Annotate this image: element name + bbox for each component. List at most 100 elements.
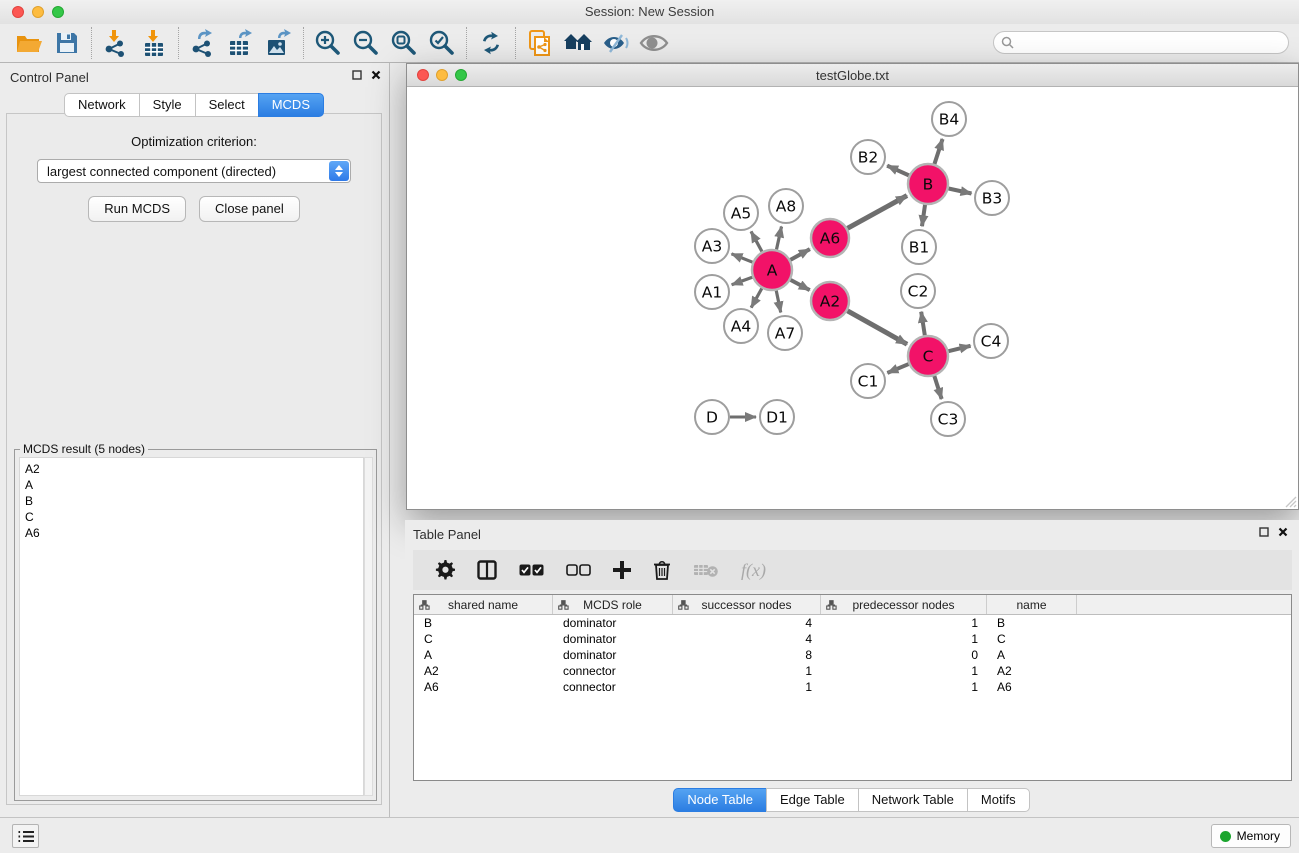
cell-name[interactable]: B [987,615,1077,631]
graph-edge-B-B3[interactable] [949,188,972,193]
table-row[interactable]: Cdominator41C [414,631,1291,647]
graph-edge-B-B4[interactable] [934,139,942,164]
column-header-name[interactable]: name [987,595,1077,614]
cell-predecessor_nodes[interactable]: 1 [821,615,987,631]
task-history-button[interactable] [12,824,39,848]
import-network-icon[interactable] [97,26,135,60]
table-row[interactable]: Bdominator41B [414,615,1291,631]
cell-mcds_role[interactable]: connector [553,679,673,695]
cell-successor_nodes[interactable]: 4 [673,631,821,647]
graph-edge-A-A3[interactable] [731,254,752,262]
column-header-successor-nodes[interactable]: successor nodes [673,595,821,614]
close-table-panel-icon[interactable] [1278,527,1288,537]
memory-button[interactable]: Memory [1211,824,1291,848]
graph-edge-B-B1[interactable] [922,205,925,226]
tab-select[interactable]: Select [195,93,259,117]
cell-successor_nodes[interactable]: 1 [673,679,821,695]
graph-edge-A-A6[interactable] [790,249,809,260]
table-tab-node-table[interactable]: Node Table [673,788,767,812]
cell-successor_nodes[interactable]: 1 [673,663,821,679]
cell-name[interactable]: A6 [987,679,1077,695]
graph-edge-A-A7[interactable] [776,291,781,313]
zoom-selected-icon[interactable] [423,26,461,60]
cell-mcds_role[interactable]: dominator [553,647,673,663]
cell-shared_name[interactable]: A6 [414,679,553,695]
save-session-icon[interactable] [48,26,86,60]
graph-edge-A2-C[interactable] [847,311,907,344]
table-row[interactable]: Adominator80A [414,647,1291,663]
table-row[interactable]: A6connector11A6 [414,679,1291,695]
graph-edge-A-A8[interactable] [776,227,781,250]
criterion-dropdown[interactable]: largest connected component (directed) [37,159,351,183]
cell-predecessor_nodes[interactable]: 1 [821,631,987,647]
graph-edge-A-A2[interactable] [791,280,810,290]
home-icon[interactable] [559,26,597,60]
close-panel-icon[interactable] [371,70,381,80]
cell-name[interactable]: C [987,631,1077,647]
graph-edge-A6-B[interactable] [848,196,907,229]
select-all-checked-icon[interactable] [519,564,544,576]
cell-predecessor_nodes[interactable]: 1 [821,679,987,695]
cell-successor_nodes[interactable]: 8 [673,647,821,663]
cell-name[interactable]: A2 [987,663,1077,679]
table-tab-edge-table[interactable]: Edge Table [766,788,859,812]
graph-edge-C-C4[interactable] [948,346,970,351]
mcds-result-item[interactable]: A2 [25,461,363,477]
graph-edge-C-C3[interactable] [934,376,941,399]
birds-eye-view-icon[interactable] [635,26,673,60]
mcds-result-list[interactable]: A2ABCA6 [19,457,364,796]
table-options-gear-icon[interactable] [434,560,455,581]
cell-mcds_role[interactable]: dominator [553,631,673,647]
tab-mcds[interactable]: MCDS [258,93,324,117]
cell-predecessor_nodes[interactable]: 0 [821,647,987,663]
deselect-all-icon[interactable] [566,564,591,576]
show-column-icon[interactable] [477,560,497,580]
open-file-icon[interactable] [10,26,48,60]
float-table-panel-icon[interactable] [1259,527,1269,537]
mcds-result-scrollbar[interactable] [364,457,373,796]
search-input[interactable] [1018,36,1288,50]
tab-style[interactable]: Style [139,93,196,117]
hide-graphics-details-icon[interactable] [597,26,635,60]
table-tab-network-table[interactable]: Network Table [858,788,968,812]
search-box[interactable] [993,31,1289,54]
graph-edge-B-B2[interactable] [887,166,909,176]
network-window-titlebar[interactable]: testGlobe.txt [407,64,1298,87]
table-tab-motifs[interactable]: Motifs [967,788,1030,812]
cell-name[interactable]: A [987,647,1077,663]
cell-shared_name[interactable]: A [414,647,553,663]
cell-successor_nodes[interactable]: 4 [673,615,821,631]
import-table-icon[interactable] [135,26,173,60]
copy-network-icon[interactable] [521,26,559,60]
network-canvas[interactable]: B4B2BB3A5A8A6A3B1AA1C2A2A4A7C4CC1C3DD1 [407,87,1298,509]
graph-edge-A-A1[interactable] [732,277,753,285]
resize-grip-icon[interactable] [1284,495,1297,508]
refresh-layout-icon[interactable] [472,26,510,60]
cell-shared_name[interactable]: A2 [414,663,553,679]
mcds-result-item[interactable]: A6 [25,525,363,541]
graph-edge-C-C2[interactable] [921,312,925,335]
graph-edge-C-C1[interactable] [887,364,908,373]
mcds-result-item[interactable]: A [25,477,363,493]
table-row[interactable]: A2connector11A2 [414,663,1291,679]
cell-mcds_role[interactable]: connector [553,663,673,679]
column-header-MCDS-role[interactable]: MCDS role [553,595,673,614]
cell-shared_name[interactable]: C [414,631,553,647]
export-table-icon[interactable] [222,26,260,60]
create-column-icon[interactable] [613,561,631,579]
zoom-fit-icon[interactable] [385,26,423,60]
zoom-out-icon[interactable] [347,26,385,60]
column-header-shared-name[interactable]: shared name [414,595,553,614]
graph-edge-A-A5[interactable] [751,231,762,251]
run-mcds-button[interactable]: Run MCDS [88,196,186,222]
close-panel-button[interactable]: Close panel [199,196,300,222]
cell-mcds_role[interactable]: dominator [553,615,673,631]
cell-shared_name[interactable]: B [414,615,553,631]
graph-edge-A-A4[interactable] [751,288,762,307]
tab-network[interactable]: Network [64,93,140,117]
export-network-icon[interactable] [184,26,222,60]
column-header-predecessor-nodes[interactable]: predecessor nodes [821,595,987,614]
float-panel-icon[interactable] [352,70,362,80]
delete-columns-icon[interactable] [653,560,671,580]
mcds-result-item[interactable]: B [25,493,363,509]
